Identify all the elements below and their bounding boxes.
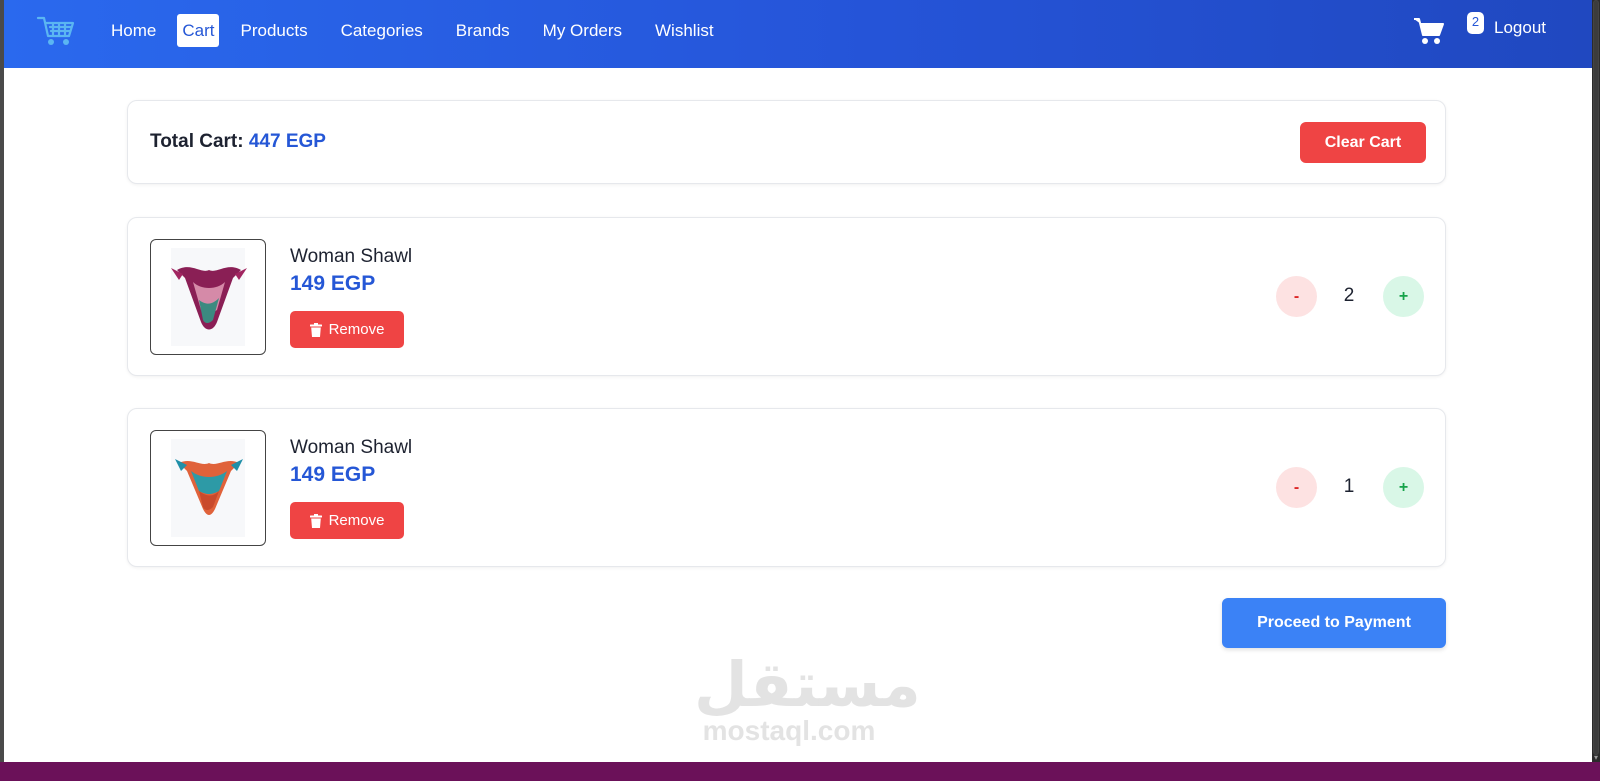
cart-total: Total Cart: 447 EGP [150,131,326,153]
item-name: Woman Shawl [290,246,413,267]
vertical-scrollbar[interactable]: ▾ [1592,0,1600,762]
trash-icon [309,322,322,337]
watermark-arabic: مستقل [694,648,921,721]
increase-quantity-button[interactable]: + [1383,467,1424,508]
product-image[interactable] [150,239,266,355]
item-price: 149 EGP [290,272,376,295]
cart-total-card: Total Cart: 447 EGP Clear Cart [127,100,1446,184]
watermark-latin: mostaql.com [702,715,876,746]
remove-item-button[interactable]: Remove [290,502,404,539]
shopping-cart-icon [1414,18,1444,44]
proceed-to-payment-button[interactable]: Proceed to Payment [1222,598,1446,648]
navbar: Home Cart Products Categories Brands My … [4,0,1592,68]
item-price: 149 EGP [290,463,376,486]
decrease-quantity-button[interactable]: - [1276,276,1317,317]
trash-icon [309,513,322,528]
nav-cart-button[interactable]: 2 [1414,12,1491,52]
cart-item: Woman Shawl 149 EGP Remove - 1 + [127,408,1446,567]
remove-label: Remove [328,512,385,529]
nav-link-cart[interactable]: Cart [177,14,220,47]
decrease-quantity-button[interactable]: - [1276,467,1317,508]
remove-item-button[interactable]: Remove [290,311,404,348]
cart-logo-icon[interactable] [36,14,76,48]
shawl-image [175,459,243,515]
increase-quantity-button[interactable]: + [1383,276,1424,317]
product-image[interactable] [150,430,266,546]
scrollbar-thumb[interactable] [1593,0,1599,755]
scroll-down-arrow-icon[interactable]: ▾ [1592,754,1600,762]
logout-link[interactable]: Logout [1494,18,1546,38]
cart-total-amount: 447 EGP [248,131,326,152]
watermark: مستقل mostaql.com [694,648,921,750]
nav-link-brands[interactable]: Brands [444,14,522,47]
cart-item: Woman Shawl 149 EGP Remove - 2 + [127,217,1446,376]
nav-link-wishlist[interactable]: Wishlist [643,14,726,47]
nav-link-products[interactable]: Products [228,14,319,47]
browser-viewport: Home Cart Products Categories Brands My … [4,0,1592,762]
clear-cart-button[interactable]: Clear Cart [1300,122,1426,163]
taskbar-strip [0,762,1600,781]
quantity-value: 2 [1343,285,1355,306]
nav-link-home[interactable]: Home [99,14,168,47]
shawl-image [171,267,247,330]
nav-links: Home Cart Products Categories Brands My … [99,14,735,47]
nav-link-categories[interactable]: Categories [329,14,435,47]
quantity-value: 1 [1343,476,1355,497]
cart-count-badge: 2 [1467,12,1484,34]
item-name: Woman Shawl [290,437,413,458]
remove-label: Remove [328,321,385,338]
nav-link-my-orders[interactable]: My Orders [531,14,634,47]
cart-total-label: Total Cart: [150,131,244,152]
